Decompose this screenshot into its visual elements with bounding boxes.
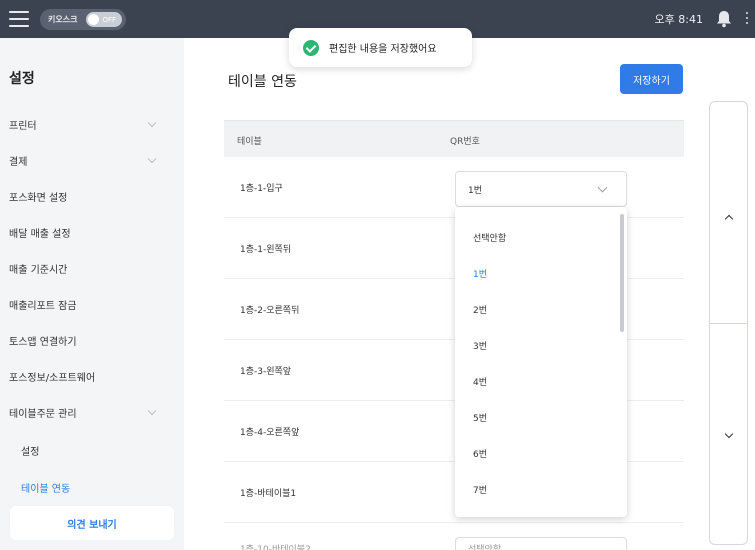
dropdown-option[interactable]: 선택안함 <box>455 219 615 255</box>
bell-icon[interactable] <box>715 9 733 28</box>
qr-select[interactable]: 선택안함 <box>455 537 627 550</box>
toggle-knob <box>88 14 99 25</box>
chevron-down-icon <box>147 154 157 164</box>
dropdown-option[interactable]: 2번 <box>455 291 615 327</box>
kiosk-switch[interactable]: 키오스크 OFF <box>40 9 126 30</box>
sidebar-item-toss-app[interactable]: 토스앱 연결하기 <box>0 322 184 358</box>
qr-select-value: 선택안함 <box>468 545 502 550</box>
check-circle-icon <box>303 39 319 56</box>
sidebar-item-label: 설정 <box>21 446 40 458</box>
sidebar-subitem-settings[interactable]: 설정 <box>0 432 184 468</box>
sidebar-subitem-table-link[interactable]: 테이블 연동 <box>0 469 184 505</box>
sidebar-item-pos-info[interactable]: 포스정보/소프트웨어 <box>0 358 184 394</box>
divider <box>710 323 747 324</box>
dropdown-option[interactable]: 5번 <box>455 399 615 435</box>
qr-select-value: 1번 <box>468 186 483 196</box>
column-header-table: 테이블 <box>237 137 262 147</box>
dropdown-option[interactable]: 4번 <box>455 363 615 399</box>
table-header: 테이블 QR번호 <box>224 120 684 157</box>
sidebar-item-label: 포스정보/소프트웨어 <box>9 372 96 384</box>
sidebar-item-sales-time[interactable]: 매출 기준시간 <box>0 250 184 286</box>
save-button[interactable]: 저장하기 <box>620 64 683 94</box>
sidebar-item-label: 테이블 연동 <box>21 483 71 495</box>
table-name: 1층-1-입구 <box>240 184 283 194</box>
page-title: 테이블 연동 <box>228 74 297 90</box>
feedback-button[interactable]: 의견 보내기 <box>10 506 174 540</box>
table-name: 1층-10-바테이블2 <box>240 545 311 550</box>
page-scroll-control <box>709 101 748 545</box>
kiosk-toggle[interactable]: OFF <box>86 12 122 27</box>
sidebar-item-label: 결제 <box>9 156 28 168</box>
dropdown-option[interactable]: 7번 <box>455 471 615 507</box>
table-name: 1층-2-오른쪽뒤 <box>240 306 300 316</box>
qr-dropdown-menu: 선택안함 1번 2번 3번 4번 5번 6번 7번 <box>455 207 627 517</box>
success-toast: 편집한 내용을 저장했어요 <box>289 28 472 67</box>
chevron-up-icon <box>724 214 734 224</box>
table-name: 1층-바테이블1 <box>240 489 297 499</box>
sidebar-item-report-lock[interactable]: 매출리포트 잠금 <box>0 286 184 322</box>
sidebar-item-label: 매출 기준시간 <box>9 264 68 276</box>
dropdown-scrollbar[interactable] <box>620 214 624 332</box>
menu-icon[interactable] <box>9 11 29 27</box>
sidebar-item-label: 매출리포트 잠금 <box>9 300 77 312</box>
more-options-icon[interactable] <box>745 12 749 26</box>
toast-message: 편집한 내용을 저장했어요 <box>329 44 437 55</box>
table-name: 1층-4-오른쪽앞 <box>240 428 300 438</box>
dropdown-option[interactable]: 3번 <box>455 327 615 363</box>
sidebar-item-label: 테이블주문 관리 <box>9 408 77 420</box>
sidebar-item-printer[interactable]: 프린터 <box>0 106 184 142</box>
sidebar-item-label: 프린터 <box>9 120 37 132</box>
toggle-state-label: OFF <box>102 15 116 24</box>
sidebar-item-label: 포스화면 설정 <box>9 192 68 204</box>
sidebar-item-table-order[interactable]: 테이블주문 관리 <box>0 394 184 430</box>
dropdown-option[interactable]: 6번 <box>455 435 615 471</box>
kiosk-label: 키오스크 <box>48 15 78 24</box>
chevron-down-icon <box>147 118 157 128</box>
sidebar-item-pos-screen[interactable]: 포스화면 설정 <box>0 178 184 214</box>
sidebar-item-delivery-sales[interactable]: 배달 매출 설정 <box>0 214 184 250</box>
scroll-down-button[interactable] <box>710 417 747 457</box>
clock: 오후 8:41 <box>654 13 703 26</box>
scroll-up-button[interactable] <box>710 197 747 237</box>
chevron-down-icon <box>724 429 734 439</box>
sidebar-item-label: 배달 매출 설정 <box>9 228 71 240</box>
chevron-down-icon <box>597 182 608 193</box>
sidebar: 설정 프린터 결제 포스화면 설정 배달 매출 설정 매출 기준시간 매출리포트… <box>0 38 184 550</box>
column-header-qr: QR번호 <box>450 137 480 147</box>
sidebar-item-payment[interactable]: 결제 <box>0 142 184 178</box>
chevron-down-icon <box>147 406 157 416</box>
sidebar-item-label: 토스앱 연결하기 <box>9 336 77 348</box>
dropdown-option-selected[interactable]: 1번 <box>455 255 615 291</box>
table-name: 1층-1-왼쪽뒤 <box>240 245 292 255</box>
qr-select[interactable]: 1번 <box>455 171 627 207</box>
table-name: 1층-3-왼쪽앞 <box>240 367 292 377</box>
sidebar-title: 설정 <box>9 71 35 87</box>
